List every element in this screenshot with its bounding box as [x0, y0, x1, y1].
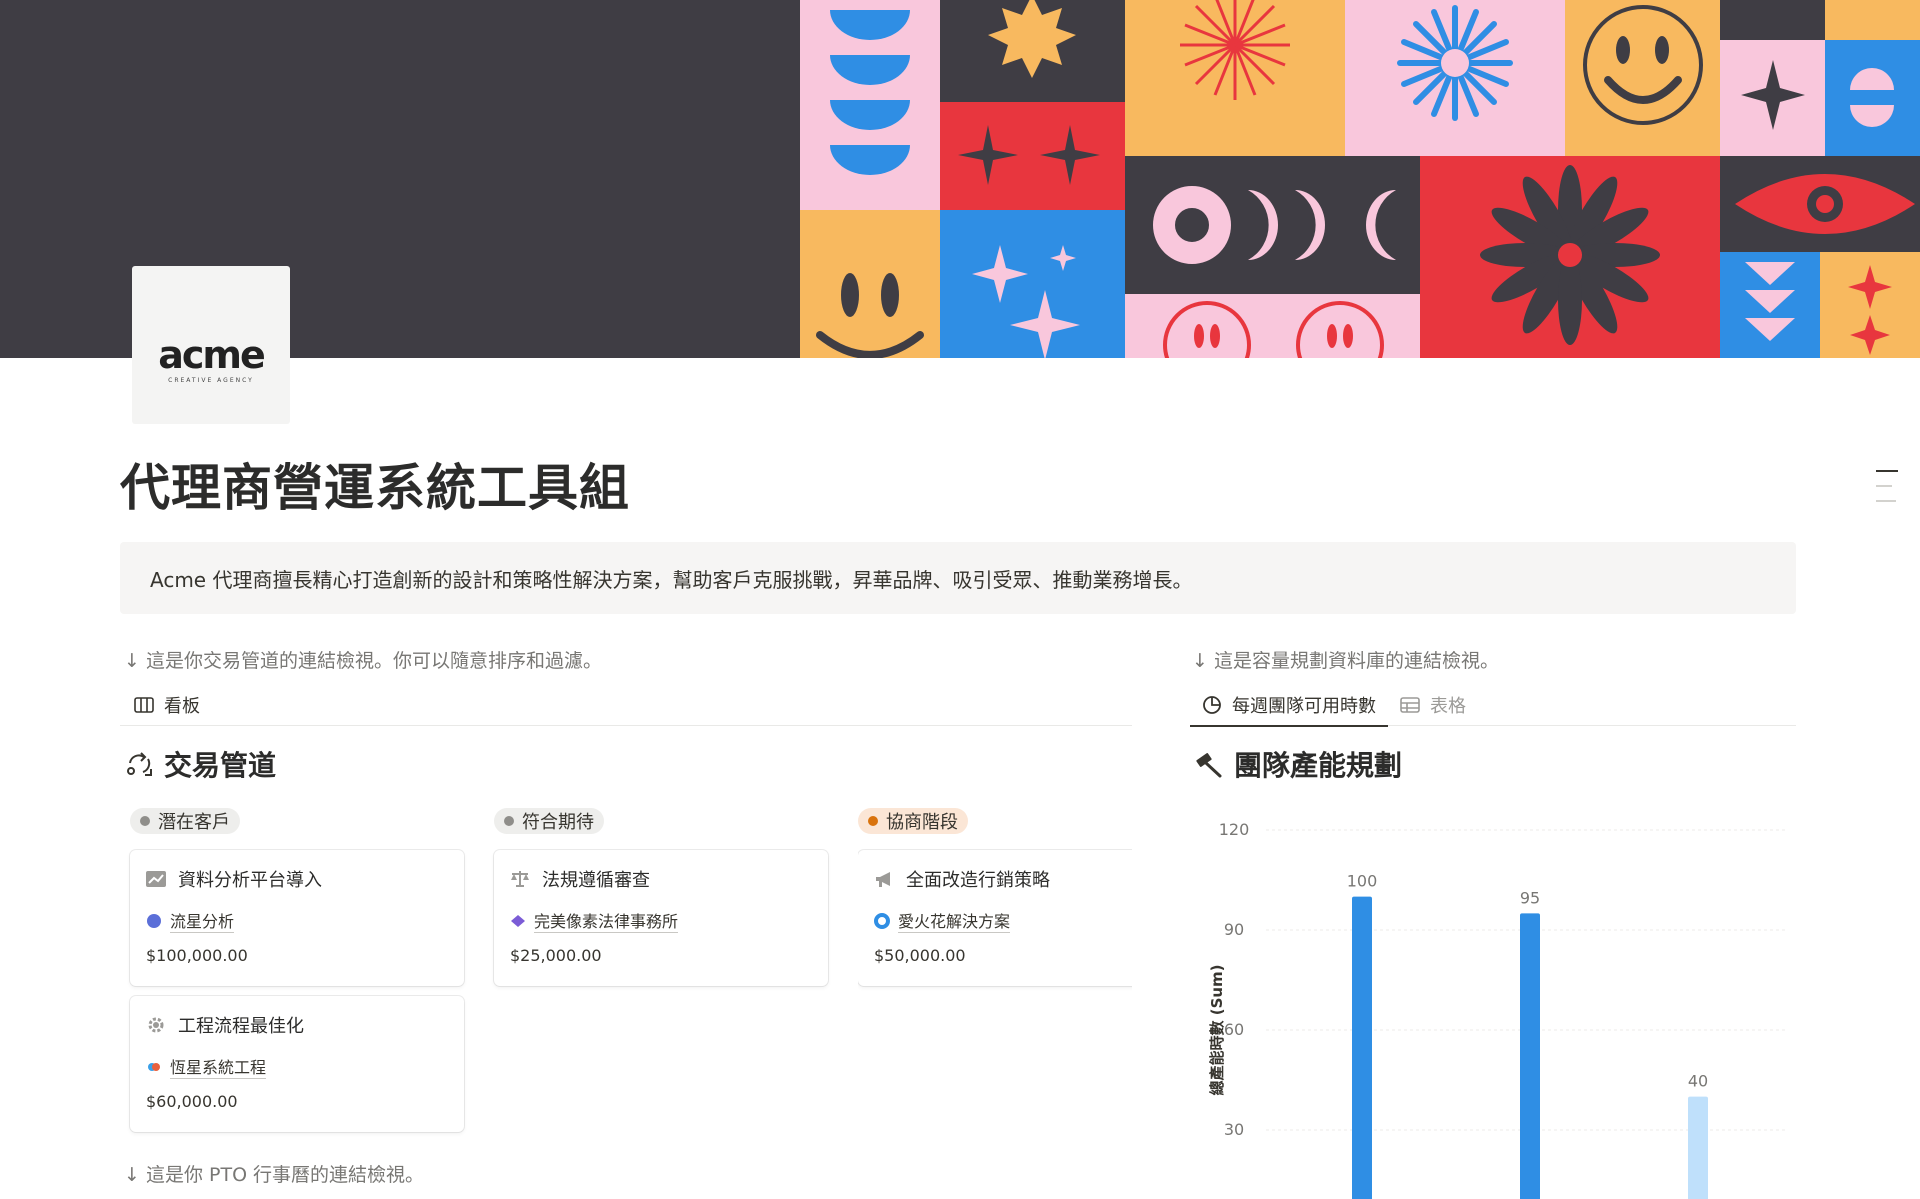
group-qualified[interactable]: 符合期待	[494, 808, 604, 834]
group-qualified-label: 符合期待	[522, 812, 594, 833]
deal-title: 全面改造行銷策略	[906, 870, 1050, 891]
intro-callout: Acme 代理商擅長精心打造創新的設計和策略性解決方案，幫助客戶克服挑戰，昇華品…	[120, 542, 1796, 614]
tab-table-label: 表格	[1430, 696, 1466, 717]
megaphone-icon	[876, 872, 890, 887]
deal-card[interactable]: 法規遵循審查 完美像素法律事務所 $25,000.00	[494, 850, 828, 986]
chart-card-icon	[146, 871, 166, 887]
client-name: 流星分析	[170, 908, 235, 933]
hammer-icon	[1196, 753, 1222, 778]
capacity-note: ↓ 這是容量規劃資料庫的連結檢視。	[1192, 650, 1499, 672]
client-relation[interactable]: 恆星系統工程	[146, 1054, 267, 1079]
deal-amount: $50,000.00	[874, 946, 966, 965]
bar	[1520, 913, 1540, 1199]
tab-weekly-hours-label: 每週團隊可用時數	[1232, 696, 1376, 717]
callout-text: Acme 代理商擅長精心打造創新的設計和策略性解決方案，幫助客戶克服挑戰，昇華品…	[150, 567, 1193, 592]
deal-title: 資料分析平台導入	[178, 870, 322, 891]
pipeline-heading: 交易管道	[124, 744, 276, 784]
scale-icon	[511, 871, 529, 887]
group-negotiation[interactable]: 協商階段	[858, 808, 968, 834]
bar	[1352, 896, 1372, 1199]
deal-amount: $25,000.00	[510, 946, 602, 965]
pie-chart-icon	[1203, 696, 1221, 714]
client-relation[interactable]: 流星分析	[146, 908, 235, 933]
client-name: 完美像素法律事務所	[534, 908, 679, 933]
client-logo-icon	[148, 1062, 160, 1071]
pipeline-heading-text: 交易管道	[164, 749, 277, 782]
pipeline-icon	[127, 752, 152, 776]
pto-note: ↓ 這是你 PTO 行事曆的連結檢視。	[124, 1164, 425, 1186]
deal-card[interactable]: 工程流程最佳化 恆星系統工程 $60,000.00	[130, 996, 464, 1132]
capacity-heading-text: 團隊產能規劃	[1234, 749, 1403, 782]
tab-board-label: 看板	[164, 696, 200, 717]
bar-data-label: 95	[1520, 888, 1540, 907]
group-lead-label: 潛在客戶	[158, 812, 230, 833]
group-negotiation-label: 協商階段	[886, 812, 958, 833]
page-title: 代理商營運系統工具組	[120, 459, 630, 517]
y-tick-label: 120	[1219, 820, 1250, 839]
y-tick-label: 90	[1224, 920, 1244, 939]
deal-card-title-row: 法規遵循審查	[510, 866, 650, 892]
status-dot	[504, 816, 514, 826]
capacity-bar-chart: 30 60 90 120 總產能時數 (Sum) 100 95 40	[1208, 820, 1786, 1199]
logo-wordmark: acme	[158, 333, 266, 377]
deal-card[interactable]: 全面改造行銷策略 愛火花解決方案 $50,000.00	[858, 850, 1132, 986]
deal-card-title-row: 全面改造行銷策略	[874, 866, 1050, 892]
y-tick-label: 30	[1224, 1120, 1244, 1139]
bar-data-label: 100	[1347, 872, 1378, 891]
pipeline-note: ↓ 這是你交易管道的連結檢視。你可以隨意排序和過濾。	[124, 650, 602, 672]
deal-amount: $60,000.00	[146, 1092, 238, 1111]
deal-amount: $100,000.00	[146, 946, 248, 965]
status-dot	[140, 816, 150, 826]
board-column-clip: 全面改造行銷策略 愛火花解決方案 $50,000.00	[858, 840, 1132, 1000]
y-tick-label: 60	[1224, 1020, 1244, 1039]
bar-data-label: 40	[1688, 1072, 1708, 1091]
deal-title: 法規遵循審查	[542, 870, 650, 891]
client-logo-icon	[511, 914, 525, 927]
client-name: 愛火花解決方案	[898, 908, 1011, 933]
table-of-contents-indicator[interactable]	[1876, 470, 1898, 515]
client-name: 恆星系統工程	[170, 1054, 267, 1079]
deal-title: 工程流程最佳化	[178, 1016, 304, 1037]
client-relation[interactable]: 愛火花解決方案	[874, 908, 1011, 933]
page-logo[interactable]: acme CREATIVE AGENCY	[132, 266, 290, 424]
client-logo-icon	[147, 913, 161, 928]
deal-card-title-row: 工程流程最佳化	[146, 1012, 304, 1038]
cover-mosaic-art	[800, 0, 1920, 358]
status-dot	[868, 816, 878, 826]
client-relation[interactable]: 完美像素法律事務所	[510, 908, 679, 933]
board-view-icon	[134, 697, 154, 713]
capacity-view-tabs: 每週團隊可用時數 表格	[1190, 684, 1796, 727]
tab-board[interactable]: 看板	[134, 684, 200, 726]
group-lead[interactable]: 潛在客戶	[130, 808, 240, 834]
client-logo-icon	[874, 912, 890, 929]
tab-table[interactable]: 表格	[1400, 684, 1466, 726]
pipeline-view-tabs: 看板	[120, 684, 1132, 726]
deal-card-title-row: 資料分析平台導入	[146, 866, 322, 892]
y-axis-label: 總產能時數 (Sum)	[1208, 964, 1226, 1095]
capacity-heading: 團隊產能規劃	[1194, 744, 1402, 784]
bar	[1688, 1096, 1708, 1199]
gear-icon	[148, 1017, 164, 1033]
table-icon	[1400, 697, 1420, 713]
logo-subtitle: CREATIVE AGENCY	[168, 377, 254, 384]
tab-weekly-hours[interactable]: 每週團隊可用時數	[1190, 684, 1388, 727]
deal-card[interactable]: 資料分析平台導入 流星分析 $100,000.00	[130, 850, 464, 986]
